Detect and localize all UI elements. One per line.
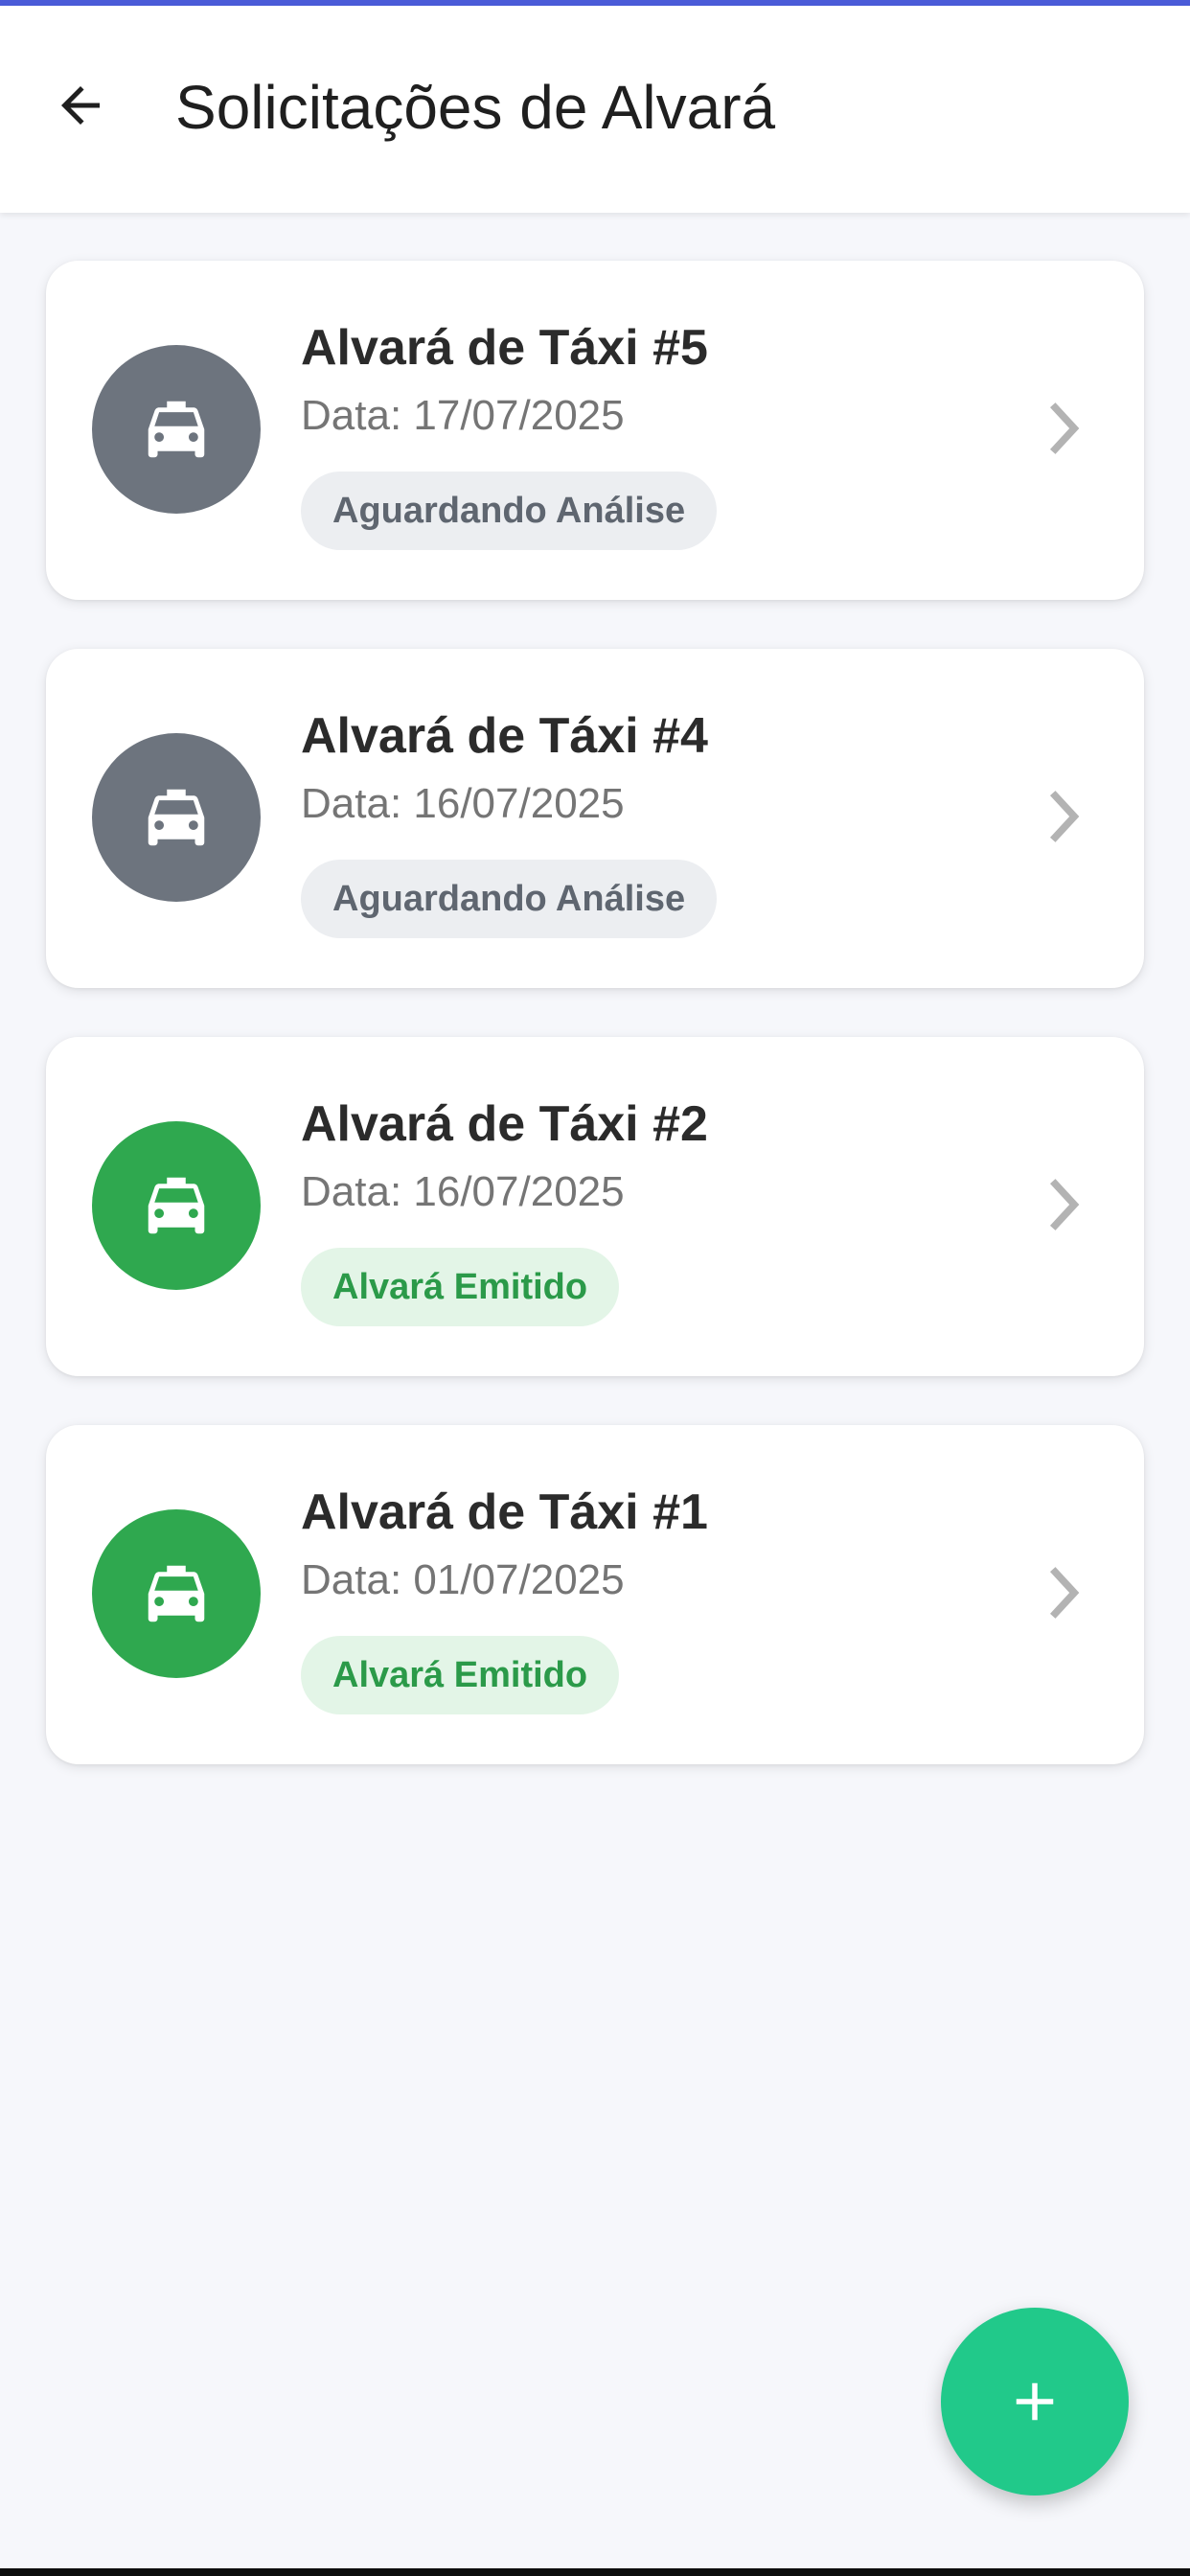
- bottom-navigation-strip: [0, 2568, 1190, 2576]
- status-badge: Alvará Emitido: [301, 1636, 620, 1714]
- status-badge: Alvará Emitido: [301, 1248, 620, 1326]
- request-card[interactable]: Alvará de Táxi #1 Data: 01/07/2025 Alvar…: [46, 1425, 1144, 1764]
- add-request-button[interactable]: [941, 2308, 1129, 2496]
- request-avatar: [92, 1509, 261, 1678]
- request-avatar: [92, 345, 261, 514]
- request-avatar: [92, 733, 261, 902]
- back-button[interactable]: [42, 67, 119, 144]
- chevron-right-icon: [1044, 1174, 1083, 1235]
- plus-icon: [1016, 2382, 1054, 2421]
- chevron-right-icon: [1044, 1562, 1083, 1623]
- request-title: Alvará de Táxi #5: [301, 320, 708, 376]
- request-card[interactable]: Alvará de Táxi #5 Data: 17/07/2025 Aguar…: [46, 261, 1144, 600]
- app-bar: Solicitações de Alvará: [0, 6, 1190, 213]
- taxi-icon: [148, 1565, 205, 1622]
- request-list: Alvará de Táxi #5 Data: 17/07/2025 Aguar…: [46, 261, 1144, 1813]
- status-badge: Aguardando Análise: [301, 860, 718, 938]
- request-date: Data: 17/07/2025: [301, 392, 625, 439]
- request-title: Alvará de Táxi #4: [301, 708, 708, 764]
- request-card[interactable]: Alvará de Táxi #2 Data: 16/07/2025 Alvar…: [46, 1037, 1144, 1376]
- chevron-right-icon: [1044, 786, 1083, 847]
- request-date: Data: 16/07/2025: [301, 780, 625, 827]
- request-card[interactable]: Alvará de Táxi #4 Data: 16/07/2025 Aguar…: [46, 649, 1144, 988]
- page-title: Solicitações de Alvará: [175, 73, 776, 142]
- taxi-icon: [148, 1177, 205, 1234]
- taxi-icon: [148, 789, 205, 846]
- taxi-icon: [148, 401, 205, 458]
- request-avatar: [92, 1121, 261, 1290]
- status-badge: Aguardando Análise: [301, 472, 718, 550]
- request-title: Alvará de Táxi #2: [301, 1096, 708, 1152]
- chevron-right-icon: [1044, 398, 1083, 459]
- arrow-left-icon: [61, 86, 100, 125]
- request-title: Alvará de Táxi #1: [301, 1484, 708, 1540]
- request-date: Data: 01/07/2025: [301, 1556, 625, 1603]
- request-date: Data: 16/07/2025: [301, 1168, 625, 1215]
